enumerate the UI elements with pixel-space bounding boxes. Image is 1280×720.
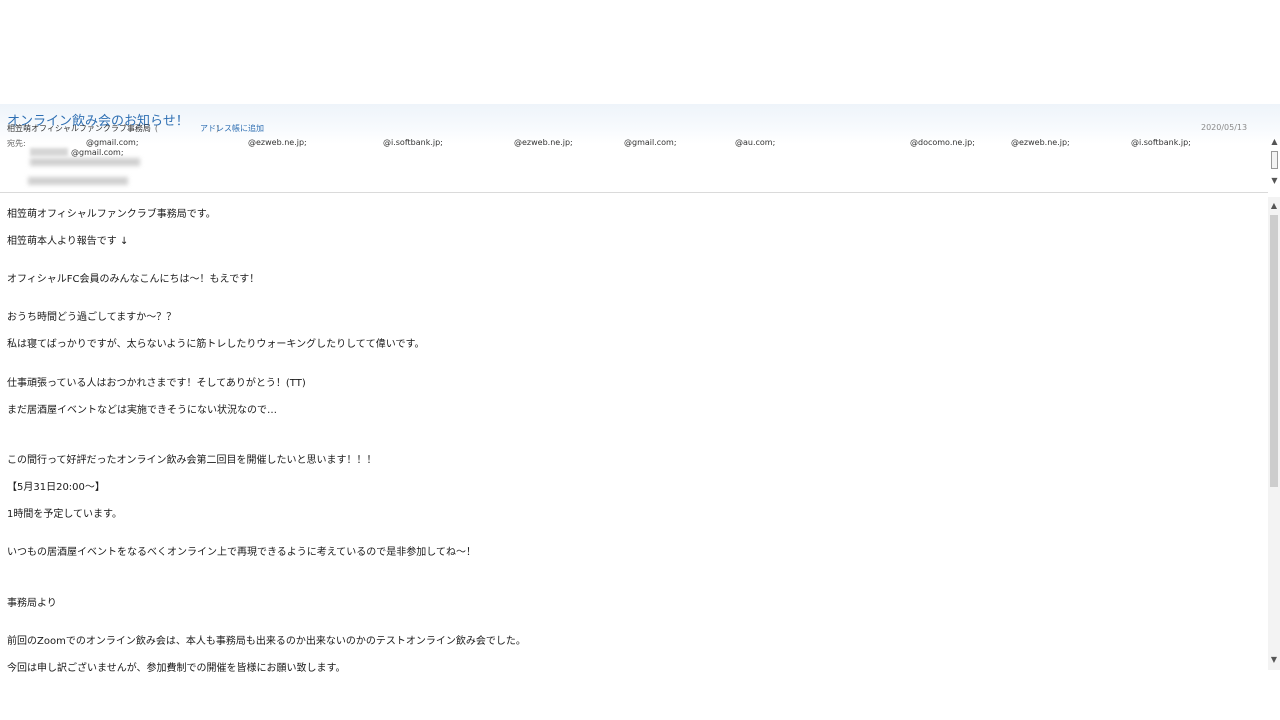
- header-divider: [0, 192, 1268, 193]
- recipient-address: @ezweb.ne.jp;: [514, 138, 573, 147]
- recipient-address: @gmail.com;: [71, 148, 124, 157]
- recipient-address: @i.softbank.jp;: [1131, 138, 1191, 147]
- redacted-address: [30, 158, 140, 166]
- body-line: 今回は申し訳ございませんが、参加費制での開催を皆様にお願い致します。: [7, 663, 346, 674]
- to-label: 宛先:: [7, 139, 26, 148]
- recipient-address: @ezweb.ne.jp;: [1011, 138, 1070, 147]
- body-line: 私は寝てばっかりですが、太らないように筋トレしたりウォーキングしたりしてて偉いで…: [7, 339, 425, 350]
- recipient-address: @au.com;: [735, 138, 776, 147]
- body-line: この間行って好評だったオンライン飲み会第二回目を開催したいと思います！！！: [7, 455, 377, 466]
- scroll-up-icon[interactable]: ▲: [1268, 201, 1280, 210]
- message-header: オンライン飲み会のお知らせ！ 相笠萌オフィシャルファンクラブ事務局() アドレス…: [0, 104, 1280, 192]
- recipient-address: @ezweb.ne.jp;: [248, 138, 307, 147]
- body-line: 事務局より: [7, 598, 57, 609]
- recipient-address: @i.softbank.jp;: [383, 138, 443, 147]
- body-scrollbar[interactable]: ▲ ▼: [1268, 197, 1280, 670]
- recipient-address: @gmail.com;: [86, 138, 139, 147]
- body-line: まだ居酒屋イベントなどは実施できそうにない状況なので…: [7, 405, 277, 416]
- scroll-down-icon[interactable]: ▼: [1268, 655, 1280, 664]
- top-blank-area: [0, 0, 1280, 104]
- recipient-address: @docomo.ne.jp;: [910, 138, 975, 147]
- body-line: オフィシャルFC会員のみんなこんにちは〜！もえです！: [7, 274, 260, 285]
- redacted-address: [28, 177, 128, 185]
- body-line: 相笠萌オフィシャルファンクラブ事務局です。: [7, 209, 216, 220]
- scroll-down-icon[interactable]: ▼: [1269, 176, 1280, 185]
- add-to-address-book-link[interactable]: アドレス帳に追加: [200, 123, 264, 134]
- recipient-address: @gmail.com;: [624, 138, 677, 147]
- sender-name[interactable]: 相笠萌オフィシャルファンクラブ事務局: [7, 124, 151, 133]
- sender-row: 相笠萌オフィシャルファンクラブ事務局(): [7, 123, 219, 134]
- body-line: 前回のZoomでのオンライン飲み会は、本人も事務局も出来るのか出来ないのかのテス…: [7, 636, 526, 647]
- body-line: おうち時間どう過ごしてますか〜？？: [7, 312, 177, 323]
- body-line: 【5月31日20:00〜】: [7, 482, 105, 493]
- body-line: いつもの居酒屋イベントをなるべくオンライン上で再現できるように考えているので是非…: [7, 547, 476, 558]
- body-line: 1時間を予定しています。: [7, 509, 123, 520]
- header-scrollbar[interactable]: ▲ ▼: [1269, 137, 1280, 187]
- body-line: 仕事頑張っている人はおつかれさまです！そしてありがとう！(TT): [7, 378, 306, 389]
- body-line: 相笠萌本人より報告です ↓: [7, 236, 129, 247]
- sender-address-open: (: [154, 124, 158, 133]
- header-scroll-thumb[interactable]: [1271, 151, 1278, 169]
- body-scroll-thumb[interactable]: [1270, 215, 1278, 487]
- redacted-address: [30, 148, 68, 156]
- message-date: 2020/05/13: [1201, 123, 1248, 132]
- scroll-up-icon[interactable]: ▲: [1269, 137, 1280, 146]
